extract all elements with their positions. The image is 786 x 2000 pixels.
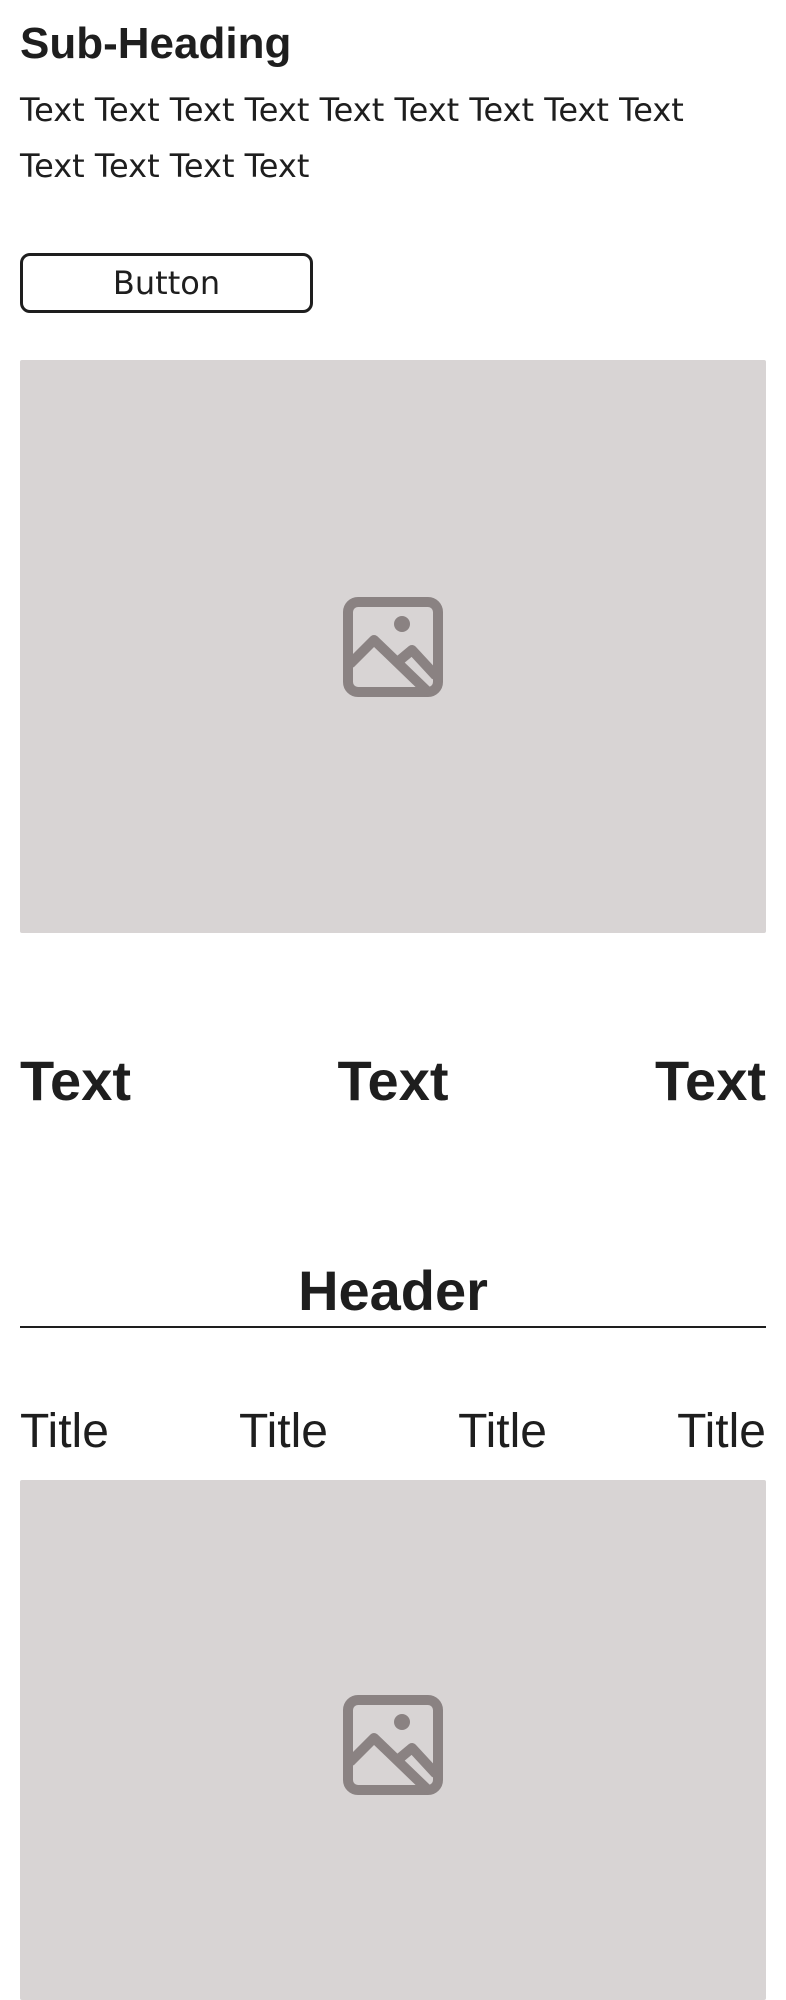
text-row-item: Text [337, 1049, 449, 1112]
image-placeholder-bottom [20, 1480, 766, 2000]
tab-title[interactable]: Title [239, 1402, 328, 1462]
tab-title[interactable]: Title [20, 1402, 109, 1462]
image-placeholder-top [20, 360, 766, 933]
image-icon [343, 596, 443, 697]
tab-title[interactable]: Title [458, 1402, 547, 1462]
title-tabs: Title Title Title Title [20, 1402, 766, 1462]
text-row-item: Text [20, 1049, 131, 1112]
text-row: Text Text Text [20, 1043, 766, 1119]
body-text: Text Text Text Text Text Text Text Text … [20, 91, 684, 185]
primary-button[interactable]: Button [20, 253, 313, 313]
tab-title[interactable]: Title [677, 1402, 766, 1462]
header-divider [20, 1326, 766, 1328]
image-icon [343, 1695, 443, 1795]
sub-heading: Sub-Heading [20, 19, 292, 68]
text-row-item: Text [655, 1049, 766, 1112]
section-header: Header [298, 1259, 488, 1322]
